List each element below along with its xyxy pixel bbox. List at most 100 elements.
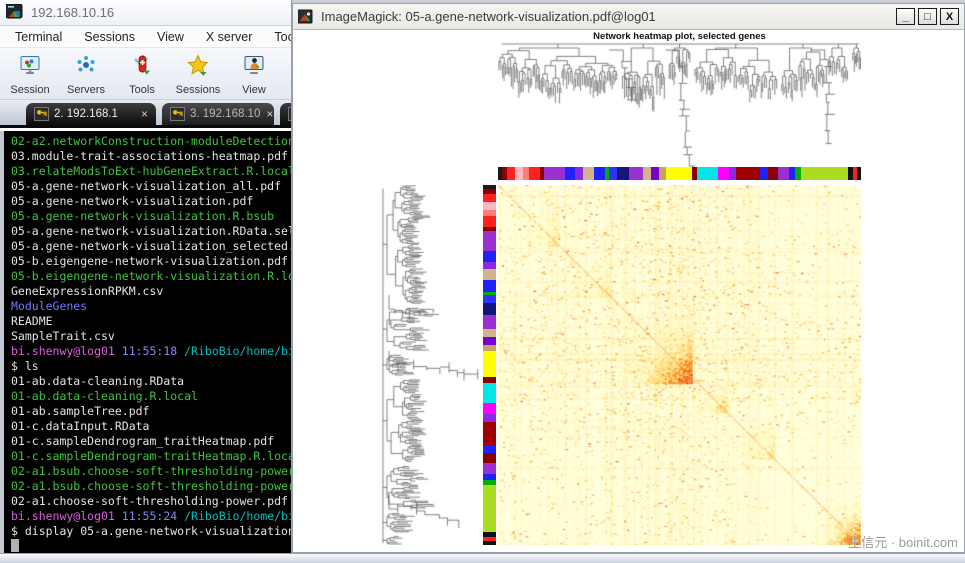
terminal-line: $ ls: [11, 359, 39, 373]
module-color-segment: [483, 295, 496, 304]
module-color-segment: [483, 314, 496, 330]
terminal-line: 02-a1.choose-soft-thresholding-power.pdf: [11, 494, 288, 508]
module-color-segment: [483, 201, 496, 210]
module-color-segment: [515, 167, 523, 180]
key-icon: [34, 107, 49, 121]
toolbar: Session Servers Tools Sessions View: [0, 48, 291, 100]
toolbar-button-servers[interactable]: Servers: [58, 51, 114, 96]
module-color-segment: [651, 167, 660, 180]
terminal-line: bi.shenwy@log01 11:55:18 /RiboBio/home/b…: [11, 344, 292, 358]
mobaxterm-titlebar[interactable]: 192.168.10.16: [0, 0, 291, 26]
module-color-segment: [800, 167, 848, 180]
module-color-segment: [483, 194, 496, 202]
terminal-line: 03.relateModsToExt-hubGeneExtract.R.loca…: [11, 164, 292, 178]
terminal-line: README: [11, 314, 53, 328]
view-icon: [242, 53, 266, 82]
toolbar-button-label: Tools: [129, 84, 155, 96]
terminal-line: 05-a.gene-network-visualization.R.bsub: [11, 209, 275, 223]
module-color-segment: [483, 251, 496, 262]
module-color-segment: [483, 382, 496, 404]
gene-dendrogram-top: [498, 42, 861, 169]
module-color-segment: [564, 167, 576, 180]
module-color-segment: [778, 167, 789, 180]
tab-close-icon[interactable]: ×: [260, 107, 273, 121]
terminal-line: 05-a.gene-network-visualization.RData.se…: [11, 224, 292, 238]
module-color-segment: [483, 452, 496, 464]
terminal-tab-3[interactable]: 5: [280, 103, 291, 125]
menu-item-view[interactable]: View: [146, 28, 195, 46]
menu-item-tools[interactable]: Tools: [263, 28, 291, 46]
module-color-segment: [583, 167, 594, 180]
toolbar-button-label: View: [242, 84, 266, 96]
minimize-button[interactable]: _: [896, 8, 915, 25]
tools-icon: [130, 53, 154, 82]
terminal-line: 01-ab.data-cleaning.RData: [11, 374, 185, 388]
mobaxterm-window: 192.168.10.16 Terminal Sessions View X serv…: [0, 0, 292, 553]
module-color-segment: [643, 167, 652, 180]
taskbar-strip: [0, 553, 965, 563]
module-color-segment: [483, 463, 496, 474]
module-color-segment: [697, 167, 719, 180]
tab-close-icon[interactable]: ×: [135, 107, 148, 121]
terminal-line: 05-a.gene-network-visualization.pdf: [11, 194, 254, 208]
tab-bar: 2. 192.168.1× 3. 192.168.10× 5: [0, 100, 291, 128]
imagemagick-logo-icon: [298, 9, 313, 23]
tom-heatmap: [498, 185, 861, 545]
close-button[interactable]: X: [940, 8, 959, 25]
session-icon: [18, 53, 42, 82]
module-color-segment: [483, 216, 496, 227]
toolbar-button-session[interactable]: Session: [2, 51, 58, 96]
toolbar-button-view[interactable]: View: [226, 51, 282, 96]
mobaxterm-logo-icon: [6, 3, 23, 18]
terminal-line: 05-b.eigengene-network-visualization.R.l…: [11, 269, 292, 283]
menu-bar: TerminalSessionsViewX serverTools: [0, 26, 291, 48]
terminal-screen[interactable]: 02-a2.networkConstruction-moduleDetectio…: [0, 131, 292, 553]
toolbar-button-label: Session: [10, 84, 50, 96]
terminal-line: 01-c.sampleDendrogram_traitHeatmap.pdf: [11, 434, 275, 448]
imagemagick-titlebar[interactable]: ImageMagick: 05-a.gene-network-visualiza…: [293, 4, 964, 30]
terminal-line: SampleTrait.csv: [11, 329, 115, 343]
terminal-tab-2[interactable]: 3. 192.168.10 ×: [162, 103, 274, 125]
imagemagick-canvas-area: Network heatmap plot, selected genes 生信元…: [293, 30, 964, 552]
module-color-segment: [483, 421, 496, 445]
maximize-button[interactable]: □: [918, 8, 937, 25]
terminal-line: GeneExpressionRPKM.csv: [11, 284, 164, 298]
module-color-segment: [483, 230, 496, 252]
module-color-segment: [483, 337, 496, 345]
menu-item-terminal[interactable]: Terminal: [4, 28, 73, 46]
terminal-line: 02-a2.networkConstruction-moduleDetectio…: [11, 134, 292, 148]
toolbar-button-tools[interactable]: Tools: [114, 51, 170, 96]
toolbar-button-sessions[interactable]: Sessions: [170, 51, 226, 96]
menu-item-sessions[interactable]: Sessions: [73, 28, 146, 46]
module-color-segment: [543, 167, 565, 180]
module-color-segment: [483, 279, 496, 292]
imagemagick-window: ImageMagick: 05-a.gene-network-visualiza…: [292, 3, 965, 553]
terminal-line: 01-ab.data-cleaning.R.local: [11, 389, 198, 403]
module-color-segment: [629, 167, 644, 180]
key-icon: [288, 107, 291, 121]
module-color-segment: [483, 329, 496, 338]
menu-item-x-server[interactable]: X server: [195, 28, 264, 46]
module-color-segment: [767, 167, 779, 180]
module-color-segment: [728, 167, 737, 180]
terminal-line: 03.module-trait-associations-heatmap.pdf: [11, 149, 288, 163]
module-color-segment: [483, 485, 496, 533]
terminal-line: 05-b.eigengene-network-visualization.pdf: [11, 254, 288, 268]
module-color-segment: [718, 167, 729, 180]
terminal-line: bi.shenwy@log01 11:55:24 /RiboBio/home/b…: [11, 509, 292, 523]
toolbar-button-label: Sessions: [175, 84, 221, 96]
terminal-tab-1[interactable]: 2. 192.168.1 ×: [26, 103, 156, 125]
module-color-segment: [529, 167, 540, 180]
module-color-segment: [665, 167, 692, 180]
window-title: 192.168.10.16: [31, 5, 115, 20]
toolbar-button-label: Servers: [67, 84, 105, 96]
module-color-segment: [483, 444, 496, 453]
module-color-segment: [617, 167, 630, 180]
terminal-line: 05-a.gene-network-visualization_selected…: [11, 239, 292, 253]
module-color-segment: [483, 261, 496, 270]
module-color-segment: [857, 167, 861, 180]
terminal-line: 01-c.dataInput.RData: [11, 419, 150, 433]
module-color-segment: [483, 269, 496, 280]
terminal-line: [11, 539, 291, 553]
module-color-segment: [483, 541, 496, 546]
